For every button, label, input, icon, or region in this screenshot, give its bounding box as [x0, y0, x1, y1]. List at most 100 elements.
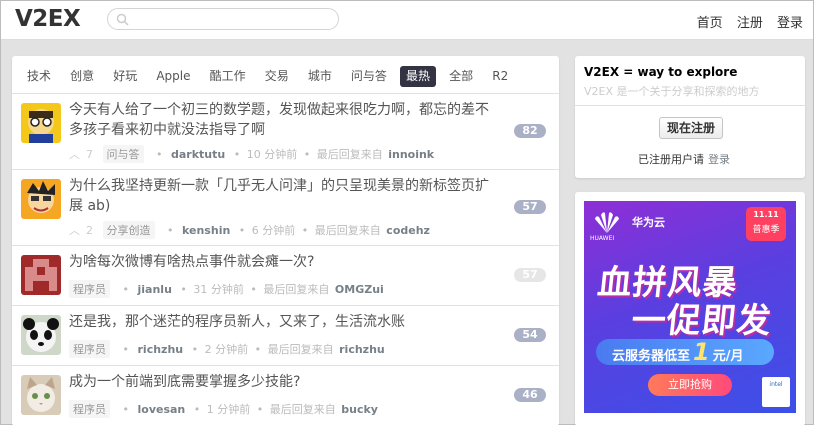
topic-title[interactable]: 为什么我坚持更新一款「几乎无人问津」的只呈现美景的新标签页扩展 ab)	[69, 176, 499, 216]
vote-count: 7	[86, 148, 93, 161]
tab-tech[interactable]: 技术	[21, 66, 57, 87]
reply-count[interactable]: 82	[514, 124, 546, 138]
price-strip: 云服务器低至 1 元/月	[596, 339, 774, 365]
search-icon	[116, 13, 129, 26]
price-value: 1	[693, 338, 710, 366]
reply-count[interactable]: 54	[514, 328, 546, 342]
reply-count[interactable]: 57	[514, 268, 546, 282]
price-suffix: 元/月	[712, 349, 744, 364]
nav-home-link[interactable]: 首页	[697, 16, 723, 31]
vote-count: 2	[86, 224, 93, 237]
avatar[interactable]	[21, 179, 61, 219]
sidebar-ad-box: HUAWEI 华为云 11.11 普惠季 血拼风暴 一促即发 云服务器低至 1 元/…	[575, 192, 805, 425]
topic-title[interactable]: 为啥每次微博有啥热点事件就会瘫一次?	[69, 252, 499, 272]
last-reply-user[interactable]: richzhu	[339, 343, 385, 356]
nav-register-link[interactable]: 注册	[737, 16, 763, 31]
register-button[interactable]: 现在注册	[659, 117, 723, 139]
topic-meta: ︿ 7 问与答 • darktutu • 10 分钟前 • 最后回复来自 inno…	[69, 145, 436, 163]
tab-deals[interactable]: 交易	[259, 66, 295, 87]
topic-time: 1 分钟前	[206, 403, 251, 416]
topic-title[interactable]: 成为一个前端到底需要掌握多少技能?	[69, 372, 499, 392]
author-link[interactable]: jianlu	[138, 283, 172, 296]
last-reply-label: 最后回复来自	[263, 283, 330, 296]
tab-bar: 技术 创意 好玩 Apple 酷工作 交易 城市 问与答 最热 全部 R2	[12, 56, 559, 94]
tab-creative[interactable]: 创意	[64, 66, 100, 87]
last-reply-user[interactable]: bucky	[341, 403, 378, 416]
nav-login-link[interactable]: 登录	[777, 16, 803, 31]
badge-season: 普惠季	[752, 225, 780, 235]
topic-title[interactable]: 今天有人给了一个初三的数学题，发现做起来很吃力啊，都忘的差不多孩子看来初中就没法…	[69, 100, 499, 140]
tab-play[interactable]: 好玩	[107, 66, 143, 87]
topic-meta: 程序员 • richzhu • 2 分钟前 • 最后回复来自 richzhu	[69, 340, 387, 358]
topic-item: 为什么我坚持更新一款「几乎无人问津」的只呈现美景的新标签页扩展 ab) ︿ 2 分…	[12, 170, 559, 246]
intel-chip-icon: intel	[762, 377, 790, 407]
tab-qna[interactable]: 问与答	[345, 66, 393, 87]
ad-headline-2: 一促即发	[629, 301, 774, 341]
node-tag[interactable]: 问与答	[102, 145, 144, 163]
search-box[interactable]	[107, 8, 339, 30]
author-link[interactable]: darktutu	[171, 148, 225, 161]
node-tag[interactable]: 程序员	[69, 280, 110, 298]
avatar[interactable]	[21, 103, 61, 143]
intro-header: V2EX = way to explore V2EX 是一个关于分享和探索的地方	[575, 56, 805, 106]
site-logo[interactable]: V2EX	[15, 6, 81, 32]
upvote-icon[interactable]: ︿	[69, 148, 80, 161]
top-bar: V2EX 首页 注册 登录	[1, 1, 813, 40]
intel-chip-label: intel	[769, 381, 783, 388]
sidebar-login-link[interactable]: 登录	[708, 153, 730, 166]
huawei-cloud-ad[interactable]: HUAWEI 华为云 11.11 普惠季 血拼风暴 一促即发 云服务器低至 1 元/…	[584, 201, 796, 413]
avatar[interactable]	[21, 315, 61, 355]
promo-badge: 11.11 普惠季	[746, 207, 786, 241]
site-tagline: V2EX = way to explore	[584, 65, 738, 79]
upvote-icon[interactable]: ︿	[69, 224, 80, 237]
tab-all[interactable]: 全部	[443, 66, 479, 87]
site-description: V2EX 是一个关于分享和探索的地方	[584, 85, 760, 98]
topic-item: 成为一个前端到底需要掌握多少技能? 程序员 • lovesan • 1 分钟前 …	[12, 366, 559, 425]
topic-time: 2 分钟前	[204, 343, 249, 356]
search-input[interactable]	[134, 11, 334, 27]
last-reply-label: 最后回复来自	[267, 343, 334, 356]
node-tag[interactable]: 分享创造	[102, 221, 155, 239]
tab-apple[interactable]: Apple	[150, 66, 196, 87]
topic-meta: 程序员 • lovesan • 1 分钟前 • 最后回复来自 bucky	[69, 400, 380, 418]
sidebar-intro-box: V2EX = way to explore V2EX 是一个关于分享和探索的地方…	[575, 56, 805, 178]
login-prompt-text: 已注册用户请	[638, 153, 704, 166]
tab-jobs[interactable]: 酷工作	[204, 66, 252, 87]
reply-count[interactable]: 46	[514, 388, 546, 402]
avatar[interactable]	[21, 375, 61, 415]
topic-box: 技术 创意 好玩 Apple 酷工作 交易 城市 问与答 最热 全部 R2 今天…	[12, 56, 559, 425]
avatar[interactable]	[21, 255, 61, 295]
topic-item: 今天有人给了一个初三的数学题，发现做起来很吃力啊，都忘的差不多孩子看来初中就没法…	[12, 94, 559, 170]
topic-time: 6 分钟前	[251, 224, 296, 237]
topic-time: 10 分钟前	[246, 148, 298, 161]
last-reply-label: 最后回复来自	[269, 403, 336, 416]
tab-hot[interactable]: 最热	[400, 66, 437, 87]
topic-item: 还是我，那个迷茫的程序员新人，又来了，生活流水账 程序员 • richzhu •…	[12, 306, 559, 366]
node-tag[interactable]: 程序员	[69, 400, 110, 418]
last-reply-user[interactable]: OMGZui	[335, 283, 384, 296]
reply-count[interactable]: 57	[514, 200, 546, 214]
buy-now-button[interactable]: 立即抢购	[648, 374, 732, 396]
author-link[interactable]: richzhu	[138, 343, 184, 356]
cloud-label: 华为云	[632, 216, 665, 229]
topic-title[interactable]: 还是我，那个迷茫的程序员新人，又来了，生活流水账	[69, 312, 499, 332]
node-tag[interactable]: 程序员	[69, 340, 110, 358]
last-reply-label: 最后回复来自	[316, 148, 383, 161]
topic-meta: 程序员 • jianlu • 31 分钟前 • 最后回复来自 OMGZui	[69, 280, 386, 298]
price-prefix: 云服务器低至	[612, 349, 691, 364]
author-link[interactable]: lovesan	[138, 403, 186, 416]
topic-item: 为啥每次微博有啥热点事件就会瘫一次? 程序员 • jianlu • 31 分钟前…	[12, 246, 559, 306]
topic-time: 31 分钟前	[193, 283, 244, 296]
tab-r2[interactable]: R2	[486, 66, 514, 87]
author-link[interactable]: kenshin	[182, 224, 230, 237]
tab-city[interactable]: 城市	[302, 66, 338, 87]
badge-date: 11.11	[753, 210, 779, 219]
last-reply-user[interactable]: codehz	[386, 224, 430, 237]
topic-meta: ︿ 2 分享创造 • kenshin • 6 分钟前 • 最后回复来自 codeh…	[69, 221, 432, 239]
top-nav: 首页 注册 登录	[687, 12, 803, 31]
huawei-brand-text: HUAWEI	[590, 235, 615, 242]
login-prompt: 已注册用户请 登录	[638, 151, 730, 167]
last-reply-label: 最后回复来自	[314, 224, 381, 237]
last-reply-user[interactable]: innoink	[388, 148, 434, 161]
huawei-logo-icon	[595, 212, 619, 233]
